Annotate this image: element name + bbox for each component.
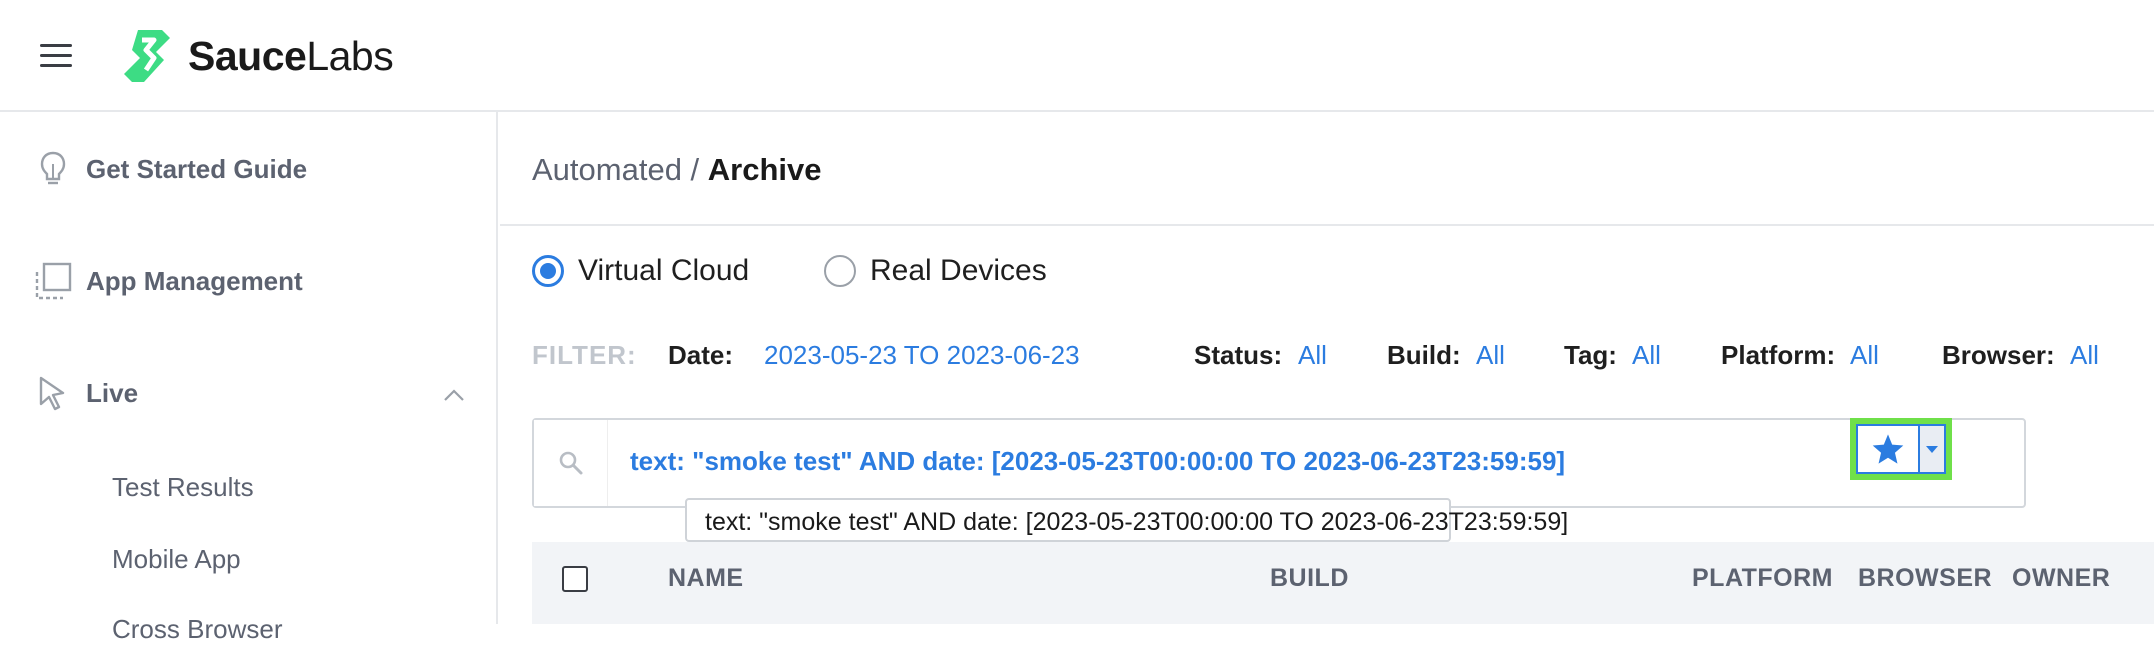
search-icon [534, 420, 608, 506]
search-input[interactable]: text: "smoke test" AND date: [2023-05-23… [532, 418, 2026, 508]
filter-tag-label: Tag: [1564, 340, 1617, 370]
filter-date-value[interactable]: 2023-05-23 TO 2023-06-23 [764, 340, 1080, 371]
column-header-owner[interactable]: OWNER [2012, 564, 2110, 593]
search-tooltip: text: "smoke test" AND date: [2023-05-23… [685, 498, 1568, 542]
main-content: Automated / Archive Virtual Cloud Real D… [500, 112, 2154, 624]
favorites-dropdown-button[interactable] [1918, 424, 1946, 474]
search-query: text: "smoke test" AND date: [2023-05-23… [630, 446, 1566, 476]
column-header-browser[interactable]: BROWSER [1858, 564, 1992, 593]
filter-build-value[interactable]: All [1476, 340, 1505, 371]
filter-platform-value[interactable]: All [1850, 340, 1879, 371]
saucelabs-logo[interactable]: SauceLabs [118, 26, 394, 86]
hamburger-menu-icon[interactable] [40, 42, 72, 70]
sidebar-item-get-started[interactable]: Get Started Guide [32, 148, 307, 190]
radio-button-unchecked[interactable] [824, 255, 856, 287]
favorite-star-button[interactable] [1856, 424, 1918, 474]
cursor-icon [32, 372, 74, 414]
sidebar-item-live[interactable]: Live [32, 372, 138, 414]
radio-real-devices[interactable]: Real Devices [824, 254, 1047, 288]
filter-title: FILTER: [532, 340, 637, 370]
sidebar-item-app-management[interactable]: App Management [32, 260, 303, 302]
chevron-up-icon[interactable] [442, 388, 466, 402]
filter-browser-label: Browser: [1942, 340, 2055, 370]
filter-status-label: Status: [1194, 340, 1283, 370]
table-header: NAME BUILD PLATFORM BROWSER OWNER [532, 542, 2154, 624]
radio-label: Real Devices [870, 254, 1047, 287]
radio-virtual-cloud[interactable]: Virtual Cloud [532, 254, 749, 288]
sidebar-subitem-cross-browser[interactable]: Cross Browser [112, 614, 282, 645]
filter-date-label: Date: [668, 340, 734, 370]
sidebar: Get Started Guide App Management Live Te… [0, 112, 498, 644]
breadcrumb-current: Archive [707, 152, 822, 187]
filter-bar: FILTER: Date: 2023-05-23 TO 2023-06-23 S… [500, 340, 2154, 380]
app-management-icon [32, 260, 74, 302]
sidebar-item-label: Get Started Guide [86, 153, 308, 184]
filter-status-value[interactable]: All [1298, 340, 1327, 371]
breadcrumb-separator: / [681, 152, 708, 187]
saucelabs-logo-icon [124, 30, 170, 82]
breadcrumb-parent[interactable]: Automated [532, 152, 682, 187]
select-all-checkbox[interactable] [562, 566, 588, 592]
filter-platform-label: Platform: [1721, 340, 1836, 370]
column-header-build[interactable]: BUILD [1270, 564, 1349, 593]
star-icon [1872, 434, 1904, 464]
filter-tag-value[interactable]: All [1632, 340, 1661, 371]
column-header-platform[interactable]: PLATFORM [1692, 564, 1833, 593]
top-bar: SauceLabs [0, 0, 2154, 112]
sidebar-subitem-test-results[interactable]: Test Results [112, 472, 254, 503]
filter-browser-value[interactable]: All [2070, 340, 2099, 371]
sidebar-item-label: App Management [86, 265, 303, 296]
favorite-search-controls [1850, 418, 1952, 480]
sidebar-subitem-mobile-app[interactable]: Mobile App [112, 544, 241, 575]
breadcrumb: Automated / Archive [532, 152, 822, 188]
logo-text: SauceLabs [188, 32, 394, 79]
lightbulb-icon [32, 148, 74, 190]
column-header-name[interactable]: NAME [668, 564, 744, 593]
filter-build-label: Build: [1387, 340, 1461, 370]
radio-label: Virtual Cloud [578, 254, 750, 287]
sidebar-item-label: Live [86, 377, 139, 408]
radio-button-checked[interactable] [532, 255, 564, 287]
header-divider [500, 224, 2154, 226]
caret-down-icon [1926, 445, 1938, 453]
